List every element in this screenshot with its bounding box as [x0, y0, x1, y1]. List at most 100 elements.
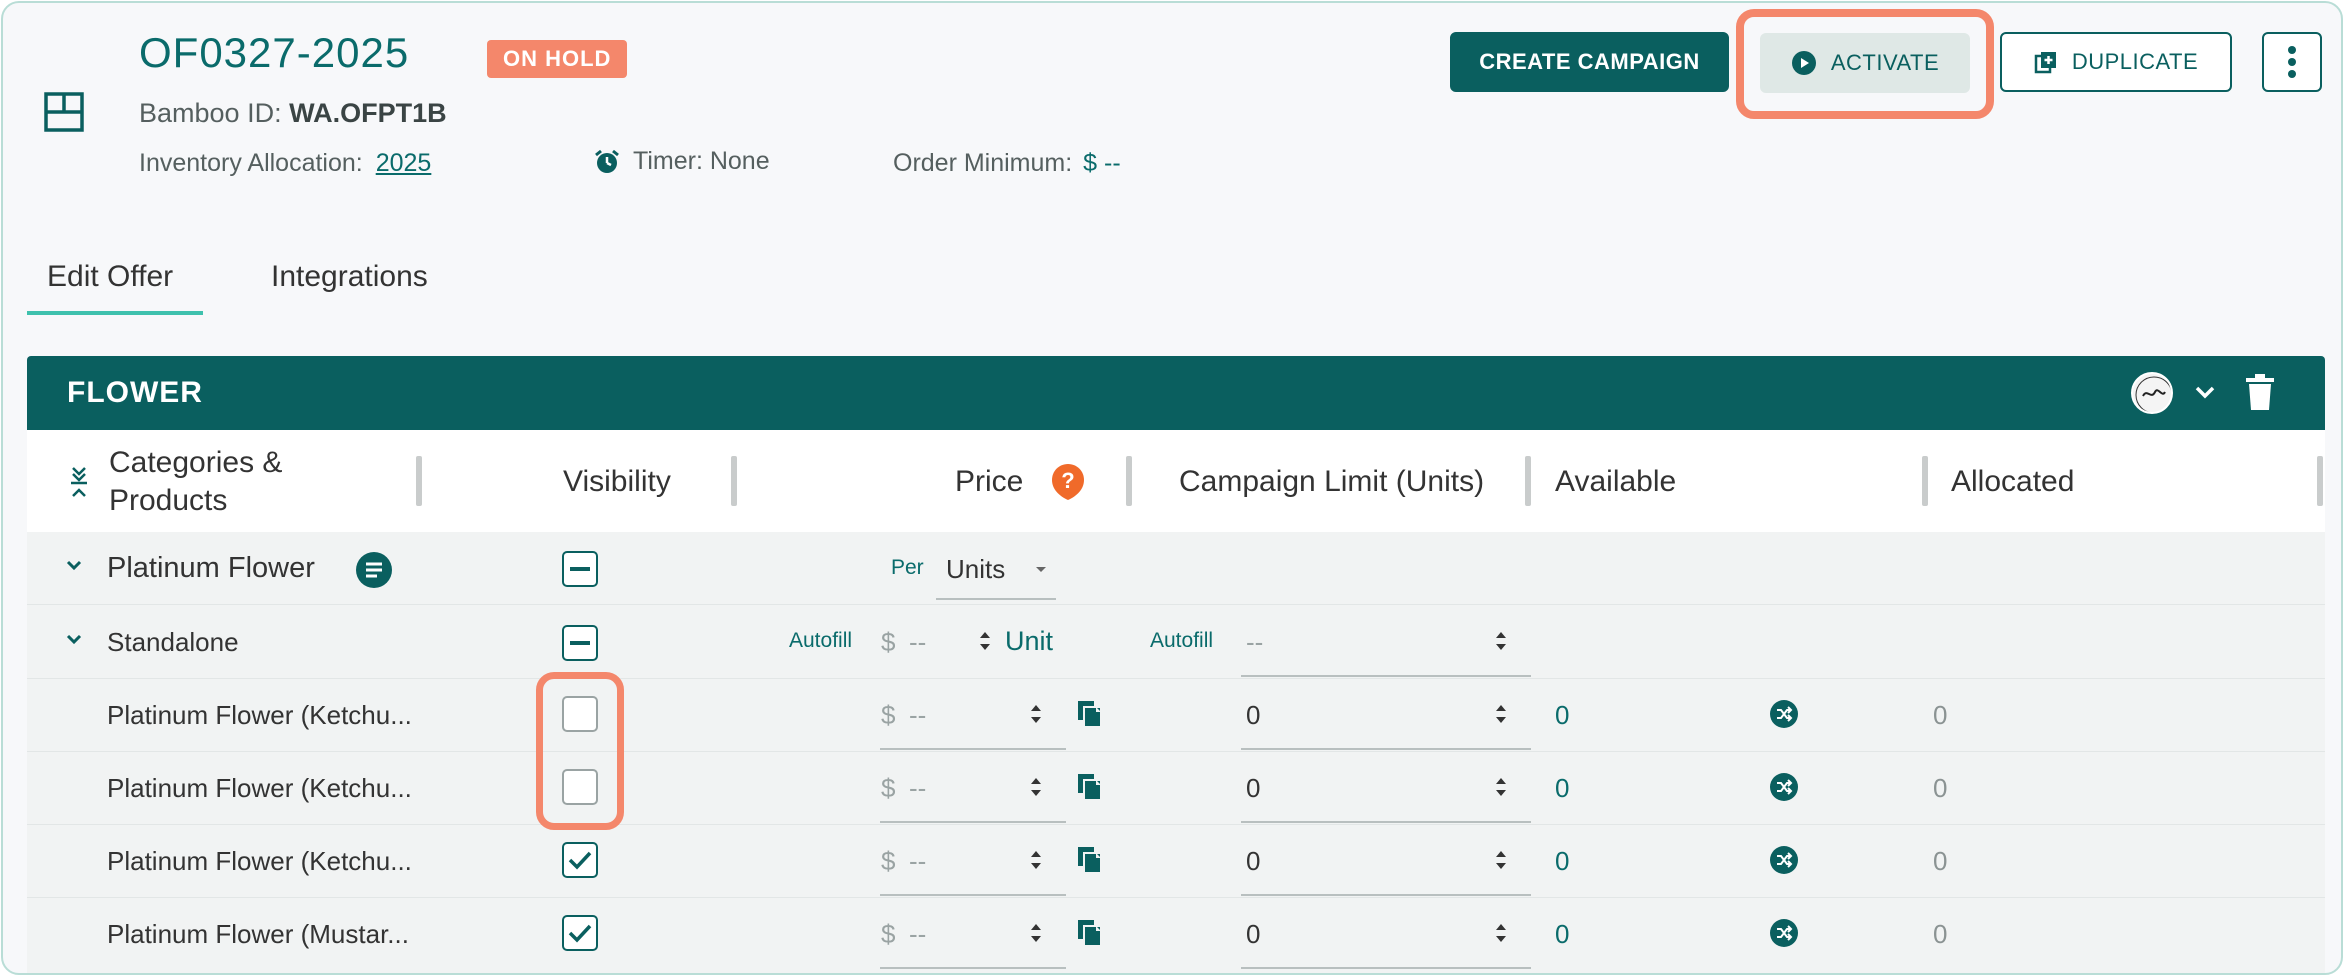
more-options-button[interactable] [2262, 32, 2322, 92]
product-visibility-checkbox[interactable] [562, 915, 598, 951]
column-resizer[interactable] [731, 456, 737, 506]
subgroup-visibility-checkbox[interactable] [562, 625, 598, 661]
column-resizer[interactable] [416, 456, 422, 506]
row-divider [27, 751, 2325, 752]
price-input[interactable]: -- [909, 846, 926, 877]
inventory-allocation: Inventory Allocation: 2025 [139, 149, 431, 178]
chevron-down-icon[interactable] [65, 633, 83, 647]
col-available[interactable]: Available [1555, 465, 1676, 499]
tab-edit-offer[interactable]: Edit Offer [47, 260, 173, 294]
price-input[interactable]: -- [909, 919, 926, 950]
available-value: 0 [1555, 700, 1570, 730]
product-visibility-checkbox[interactable] [562, 842, 598, 878]
field-underline [1241, 967, 1531, 969]
trash-icon[interactable] [2245, 374, 2275, 412]
product-visibility-checkbox[interactable] [562, 696, 598, 732]
stepper-icon[interactable] [1028, 846, 1044, 874]
campaign-limit-input[interactable]: 0 [1246, 919, 1260, 950]
chevron-down-icon[interactable] [65, 559, 83, 573]
chevron-down-icon[interactable] [2194, 383, 2216, 401]
stepper-icon[interactable] [1493, 846, 1509, 874]
copy-icon[interactable] [1077, 846, 1103, 874]
brand-logo[interactable] [2131, 372, 2173, 414]
offer-id: OF0327-2025 [139, 29, 410, 76]
campaign-limit-input[interactable]: 0 [1246, 773, 1260, 804]
stepper-icon[interactable] [1028, 773, 1044, 801]
col-price[interactable]: Price [955, 465, 1023, 499]
column-resizer[interactable] [1525, 456, 1531, 506]
product-visibility-checkbox[interactable] [562, 769, 598, 805]
col-categories-label: Categories & [109, 446, 283, 479]
timer-text: Timer: None [633, 147, 770, 175]
price-autofill-label[interactable]: Autofill [789, 629, 852, 653]
stepper-icon[interactable] [1493, 773, 1509, 801]
product-name: Platinum Flower (Ketchu... [107, 700, 412, 730]
stepper-icon[interactable] [1493, 700, 1509, 728]
price-currency: $ [881, 846, 896, 876]
row-divider [27, 897, 2325, 898]
unit-label[interactable]: Unit [1005, 626, 1053, 657]
table-body [27, 532, 2325, 973]
stepper-icon[interactable] [1028, 700, 1044, 728]
col-visibility[interactable]: Visibility [563, 465, 671, 499]
play-icon [1791, 50, 1817, 76]
copy-icon[interactable] [1077, 700, 1103, 728]
stepper-icon[interactable] [977, 627, 993, 655]
price-autofill-input[interactable]: -- [909, 627, 926, 658]
stepper-icon[interactable] [1493, 627, 1509, 655]
column-resizer[interactable] [2317, 456, 2323, 506]
available-value: 0 [1555, 773, 1570, 803]
col-products-label: Products [109, 484, 228, 517]
limit-autofill-input[interactable]: -- [1246, 627, 1263, 658]
shuffle-icon[interactable] [1770, 919, 1798, 947]
shuffle-icon[interactable] [1770, 846, 1798, 874]
group-visibility-checkbox[interactable] [562, 551, 598, 587]
help-icon[interactable]: ? [1051, 463, 1085, 501]
shuffle-icon[interactable] [1770, 773, 1798, 801]
col-categories-products[interactable]: Categories & Products [109, 444, 282, 520]
inventory-allocation-link[interactable]: 2025 [376, 149, 432, 177]
price-input[interactable]: -- [909, 700, 926, 731]
column-resizer[interactable] [1922, 456, 1928, 506]
activate-button[interactable]: ACTIVATE [1760, 33, 1970, 93]
select-underline [936, 598, 1056, 600]
column-resizer[interactable] [1126, 456, 1132, 506]
available-value: 0 [1555, 919, 1570, 949]
price-input[interactable]: -- [909, 773, 926, 804]
order-minimum-label: Order Minimum: [893, 149, 1073, 177]
campaign-limit-input[interactable]: 0 [1246, 846, 1260, 877]
price-currency: $ [881, 627, 896, 657]
per-unit-select[interactable]: Units [936, 547, 1056, 601]
duplicate-button[interactable]: DUPLICATE [2000, 32, 2232, 92]
available-value: 0 [1555, 846, 1570, 876]
col-campaign-limit[interactable]: Campaign Limit (Units) [1179, 465, 1484, 499]
bamboo-id: Bamboo ID: WA.OFPT1B [139, 98, 447, 129]
tab-integrations[interactable]: Integrations [271, 260, 428, 294]
order-minimum: Order Minimum: $ -- [893, 149, 1121, 178]
section-title: FLOWER [67, 376, 203, 409]
row-divider [27, 824, 2325, 825]
list-icon[interactable] [355, 551, 393, 589]
status-badge: ON HOLD [487, 40, 628, 78]
col-allocated[interactable]: Allocated [1951, 465, 2074, 499]
copy-icon[interactable] [1077, 773, 1103, 801]
field-underline [880, 748, 1066, 750]
campaign-limit-input[interactable]: 0 [1246, 700, 1260, 731]
group-name: Platinum Flower [107, 552, 315, 584]
subgroup-name: Standalone [107, 627, 239, 657]
copy-icon[interactable] [1077, 919, 1103, 947]
field-underline [1241, 821, 1531, 823]
limit-autofill-label[interactable]: Autofill [1150, 629, 1213, 653]
order-minimum-value: $ -- [1083, 149, 1121, 177]
shuffle-icon[interactable] [1770, 700, 1798, 728]
product-name: Platinum Flower (Mustar... [107, 919, 409, 949]
svg-text:?: ? [1061, 468, 1074, 493]
bamboo-id-label: Bamboo ID: [139, 98, 282, 128]
stepper-icon[interactable] [1493, 919, 1509, 947]
duplicate-icon [2034, 50, 2058, 74]
collapse-all-icon[interactable] [69, 466, 89, 498]
bamboo-id-value: WA.OFPT1B [289, 98, 447, 128]
stepper-icon[interactable] [1028, 919, 1044, 947]
activate-label: ACTIVATE [1830, 50, 1940, 75]
create-campaign-button[interactable]: CREATE CAMPAIGN [1450, 32, 1729, 92]
